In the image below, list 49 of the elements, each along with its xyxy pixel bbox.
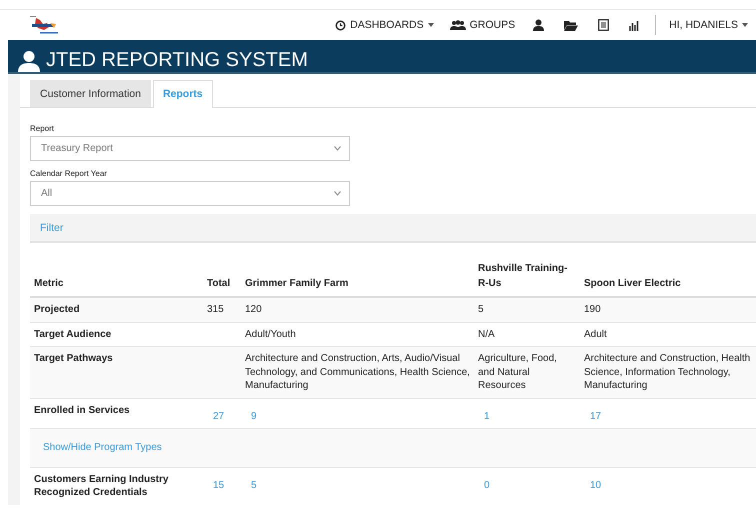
- dropdown[interactable]: Treasury Report: [30, 136, 350, 161]
- person-icon: [18, 50, 40, 72]
- nav-menu-item[interactable]: DASHBOARDS: [327, 19, 442, 31]
- tab[interactable]: Customer Information: [30, 80, 151, 107]
- user-menu[interactable]: HI, HDANIELS: [661, 19, 756, 31]
- table-cell: Architecture and Construction, Arts, Audio/Visual Technology, and Communications, Health Science, Manufacturing: [245, 353, 470, 391]
- metric-label: Target Pathways: [34, 353, 113, 364]
- people-icon: [450, 20, 466, 30]
- table-cell: Agriculture, Food, and Natural Resources: [478, 353, 557, 391]
- chevron-icon: [334, 191, 341, 196]
- column-header: Total: [207, 278, 230, 289]
- count-link[interactable]: 9: [245, 410, 257, 423]
- count-link[interactable]: 27: [207, 410, 224, 423]
- nav-menu-item[interactable]: GROUPS: [442, 19, 524, 31]
- table-cell: N/A: [478, 328, 495, 340]
- clock-icon: [335, 20, 346, 30]
- column-header: Rushville Training-R-Us: [478, 263, 568, 289]
- folder-icon[interactable]: [564, 20, 578, 30]
- count-link[interactable]: 15: [207, 478, 224, 492]
- chevron-icon: [334, 146, 341, 151]
- dropdown[interactable]: All: [30, 181, 350, 206]
- toggle-link[interactable]: Show/Hide Program Types: [43, 441, 162, 454]
- table-cell: Adult: [584, 328, 607, 340]
- count-link[interactable]: 17: [584, 410, 602, 423]
- count-link[interactable]: 10: [584, 478, 602, 492]
- table-cell: 315: [207, 304, 224, 315]
- table-cell: 190: [584, 304, 601, 315]
- filter-link[interactable]: Filter: [40, 222, 64, 234]
- metric-label: Projected: [34, 304, 80, 315]
- column-header: Metric: [34, 278, 64, 289]
- count-link[interactable]: 1: [478, 410, 490, 423]
- table-cell: Architecture and Construction, Health Science, Information Technology, Manufacturing: [584, 353, 750, 391]
- table-cell: 5: [478, 304, 484, 315]
- count-link[interactable]: 0: [478, 478, 490, 492]
- banner-title: JTED REPORTING SYSTEM: [46, 49, 308, 72]
- person-icon[interactable]: [533, 19, 544, 31]
- list-icon[interactable]: [598, 19, 610, 31]
- table-cell: Adult/Youth: [245, 328, 296, 340]
- metric-label: Target Audience: [34, 328, 112, 340]
- metric-label: Enrolled in Services: [34, 404, 130, 416]
- metric-label: Customers Earning Industry Recognized Credentials: [34, 474, 168, 498]
- field-label: Report: [30, 124, 56, 133]
- bar-chart-icon[interactable]: [629, 20, 640, 30]
- column-header: Grimmer Family Farm: [245, 278, 348, 289]
- count-link[interactable]: 5: [245, 478, 257, 492]
- field-label: Calendar Report Year: [30, 169, 108, 178]
- column-header: Spoon Liver Electric: [584, 278, 681, 289]
- table-cell: 120: [245, 304, 262, 315]
- tab[interactable]: Reports: [152, 80, 213, 108]
